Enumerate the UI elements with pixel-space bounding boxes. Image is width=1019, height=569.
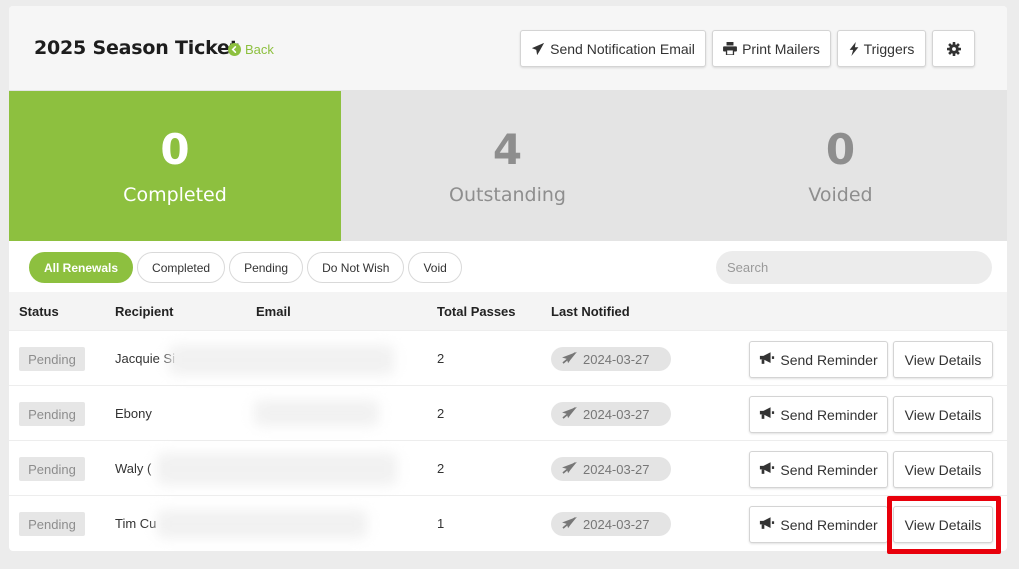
redacted-email xyxy=(157,453,397,485)
status-badge: Pending xyxy=(19,512,85,536)
last-notified-date: 2024-03-27 xyxy=(583,351,650,367)
send-reminder-label: Send Reminder xyxy=(780,351,878,368)
recipient-name: Tim Cu xyxy=(115,516,157,531)
stat-outstanding[interactable]: 4 Outstanding xyxy=(341,91,674,241)
sent-plane-icon xyxy=(561,516,578,532)
stat-voided[interactable]: 0 Voided xyxy=(674,91,1007,241)
last-notified-date: 2024-03-27 xyxy=(583,461,650,477)
settings-button[interactable] xyxy=(932,30,975,67)
last-notified-date: 2024-03-27 xyxy=(583,516,650,532)
view-details-button[interactable]: View Details xyxy=(893,341,993,378)
megaphone-icon xyxy=(759,351,775,368)
last-notified-date: 2024-03-27 xyxy=(583,406,650,422)
lightning-bolt-icon xyxy=(849,41,859,56)
filter-void[interactable]: Void xyxy=(408,252,462,283)
sent-plane-icon xyxy=(561,406,578,422)
filter-pending[interactable]: Pending xyxy=(229,252,304,283)
gear-icon xyxy=(946,41,961,56)
redacted-email xyxy=(157,510,367,538)
stat-completed[interactable]: 0 Completed xyxy=(9,91,341,241)
printer-icon xyxy=(723,42,738,55)
stat-outstanding-value: 4 xyxy=(492,125,523,174)
print-mailers-label: Print Mailers xyxy=(742,40,820,57)
renewal-stats: 0 Completed 4 Outstanding 0 Voided xyxy=(9,91,1007,241)
filter-all-renewals[interactable]: All Renewals xyxy=(29,252,134,283)
page-title: 2025 Season Ticket xyxy=(34,37,239,59)
send-reminder-label: Send Reminder xyxy=(780,516,878,533)
view-details-button[interactable]: View Details xyxy=(893,396,993,433)
send-reminder-button[interactable]: Send Reminder xyxy=(749,506,888,543)
recipient-name: Waly ( xyxy=(115,461,152,476)
total-passes: 2 xyxy=(437,406,445,421)
triggers-button[interactable]: Triggers xyxy=(837,30,926,67)
send-notification-email-button[interactable]: Send Notification Email xyxy=(520,30,706,67)
total-passes: 2 xyxy=(437,461,445,476)
stat-completed-label: Completed xyxy=(123,184,227,206)
status-badge: Pending xyxy=(19,347,85,371)
last-notified-badge: 2024-03-27 xyxy=(551,347,671,371)
stat-completed-value: 0 xyxy=(160,125,190,174)
table-row: Pending Tim Cu 1 2024-03-27 Send Reminde… xyxy=(9,495,1007,550)
send-reminder-label: Send Reminder xyxy=(780,406,878,423)
send-notification-label: Send Notification Email xyxy=(550,40,695,57)
megaphone-icon xyxy=(759,406,775,423)
col-last-notified: Last Notified xyxy=(551,304,630,319)
stat-outstanding-label: Outstanding xyxy=(449,184,566,206)
last-notified-badge: 2024-03-27 xyxy=(551,402,671,426)
paper-plane-icon xyxy=(531,42,545,56)
redacted-email xyxy=(254,400,379,426)
status-badge: Pending xyxy=(19,457,85,481)
table-row: Pending Ebony 2 2024-03-27 Send Reminder… xyxy=(9,385,1007,440)
last-notified-badge: 2024-03-27 xyxy=(551,457,671,481)
stat-voided-value: 0 xyxy=(825,125,856,174)
total-passes: 2 xyxy=(437,351,445,366)
filter-completed[interactable]: Completed xyxy=(137,252,226,283)
send-reminder-button[interactable]: Send Reminder xyxy=(749,396,888,433)
col-status: Status xyxy=(19,304,59,319)
filter-pills: All Renewals Completed Pending Do Not Wi… xyxy=(29,252,462,283)
col-total-passes: Total Passes xyxy=(437,304,516,319)
renewals-card: 2025 Season Ticket Back Send Notificatio… xyxy=(9,6,1007,551)
megaphone-icon xyxy=(759,516,775,533)
send-reminder-label: Send Reminder xyxy=(780,461,878,478)
print-mailers-button[interactable]: Print Mailers xyxy=(712,30,831,67)
filter-do-not-wish[interactable]: Do Not Wish xyxy=(307,252,405,283)
view-details-button[interactable]: View Details xyxy=(893,451,993,488)
back-label: Back xyxy=(245,42,274,57)
col-recipient: Recipient xyxy=(115,304,174,319)
back-link[interactable]: Back xyxy=(228,42,274,57)
recipient-name: Ebony xyxy=(115,406,152,421)
table-row: Pending Waly ( 2 2024-03-27 Send Reminde… xyxy=(9,440,1007,495)
send-reminder-button[interactable]: Send Reminder xyxy=(749,451,888,488)
total-passes: 1 xyxy=(437,516,445,531)
redacted-email xyxy=(169,345,394,375)
triggers-label: Triggers xyxy=(863,40,915,57)
search-input[interactable] xyxy=(716,251,992,284)
view-details-button[interactable]: View Details xyxy=(893,506,993,543)
page-header: 2025 Season Ticket Back Send Notificatio… xyxy=(9,6,1007,91)
sent-plane-icon xyxy=(561,461,578,477)
sent-plane-icon xyxy=(561,351,578,367)
send-reminder-button[interactable]: Send Reminder xyxy=(749,341,888,378)
status-badge: Pending xyxy=(19,402,85,426)
stat-voided-label: Voided xyxy=(808,184,873,206)
table-header: Status Recipient Email Total Passes Last… xyxy=(9,292,1007,330)
megaphone-icon xyxy=(759,461,775,478)
col-email: Email xyxy=(256,304,291,319)
table-row: Pending Jacquie Si 2 2024-03-27 Send Rem… xyxy=(9,330,1007,385)
back-arrow-icon xyxy=(228,43,241,56)
last-notified-badge: 2024-03-27 xyxy=(551,512,671,536)
recipient-name: Jacquie Si xyxy=(115,351,175,366)
